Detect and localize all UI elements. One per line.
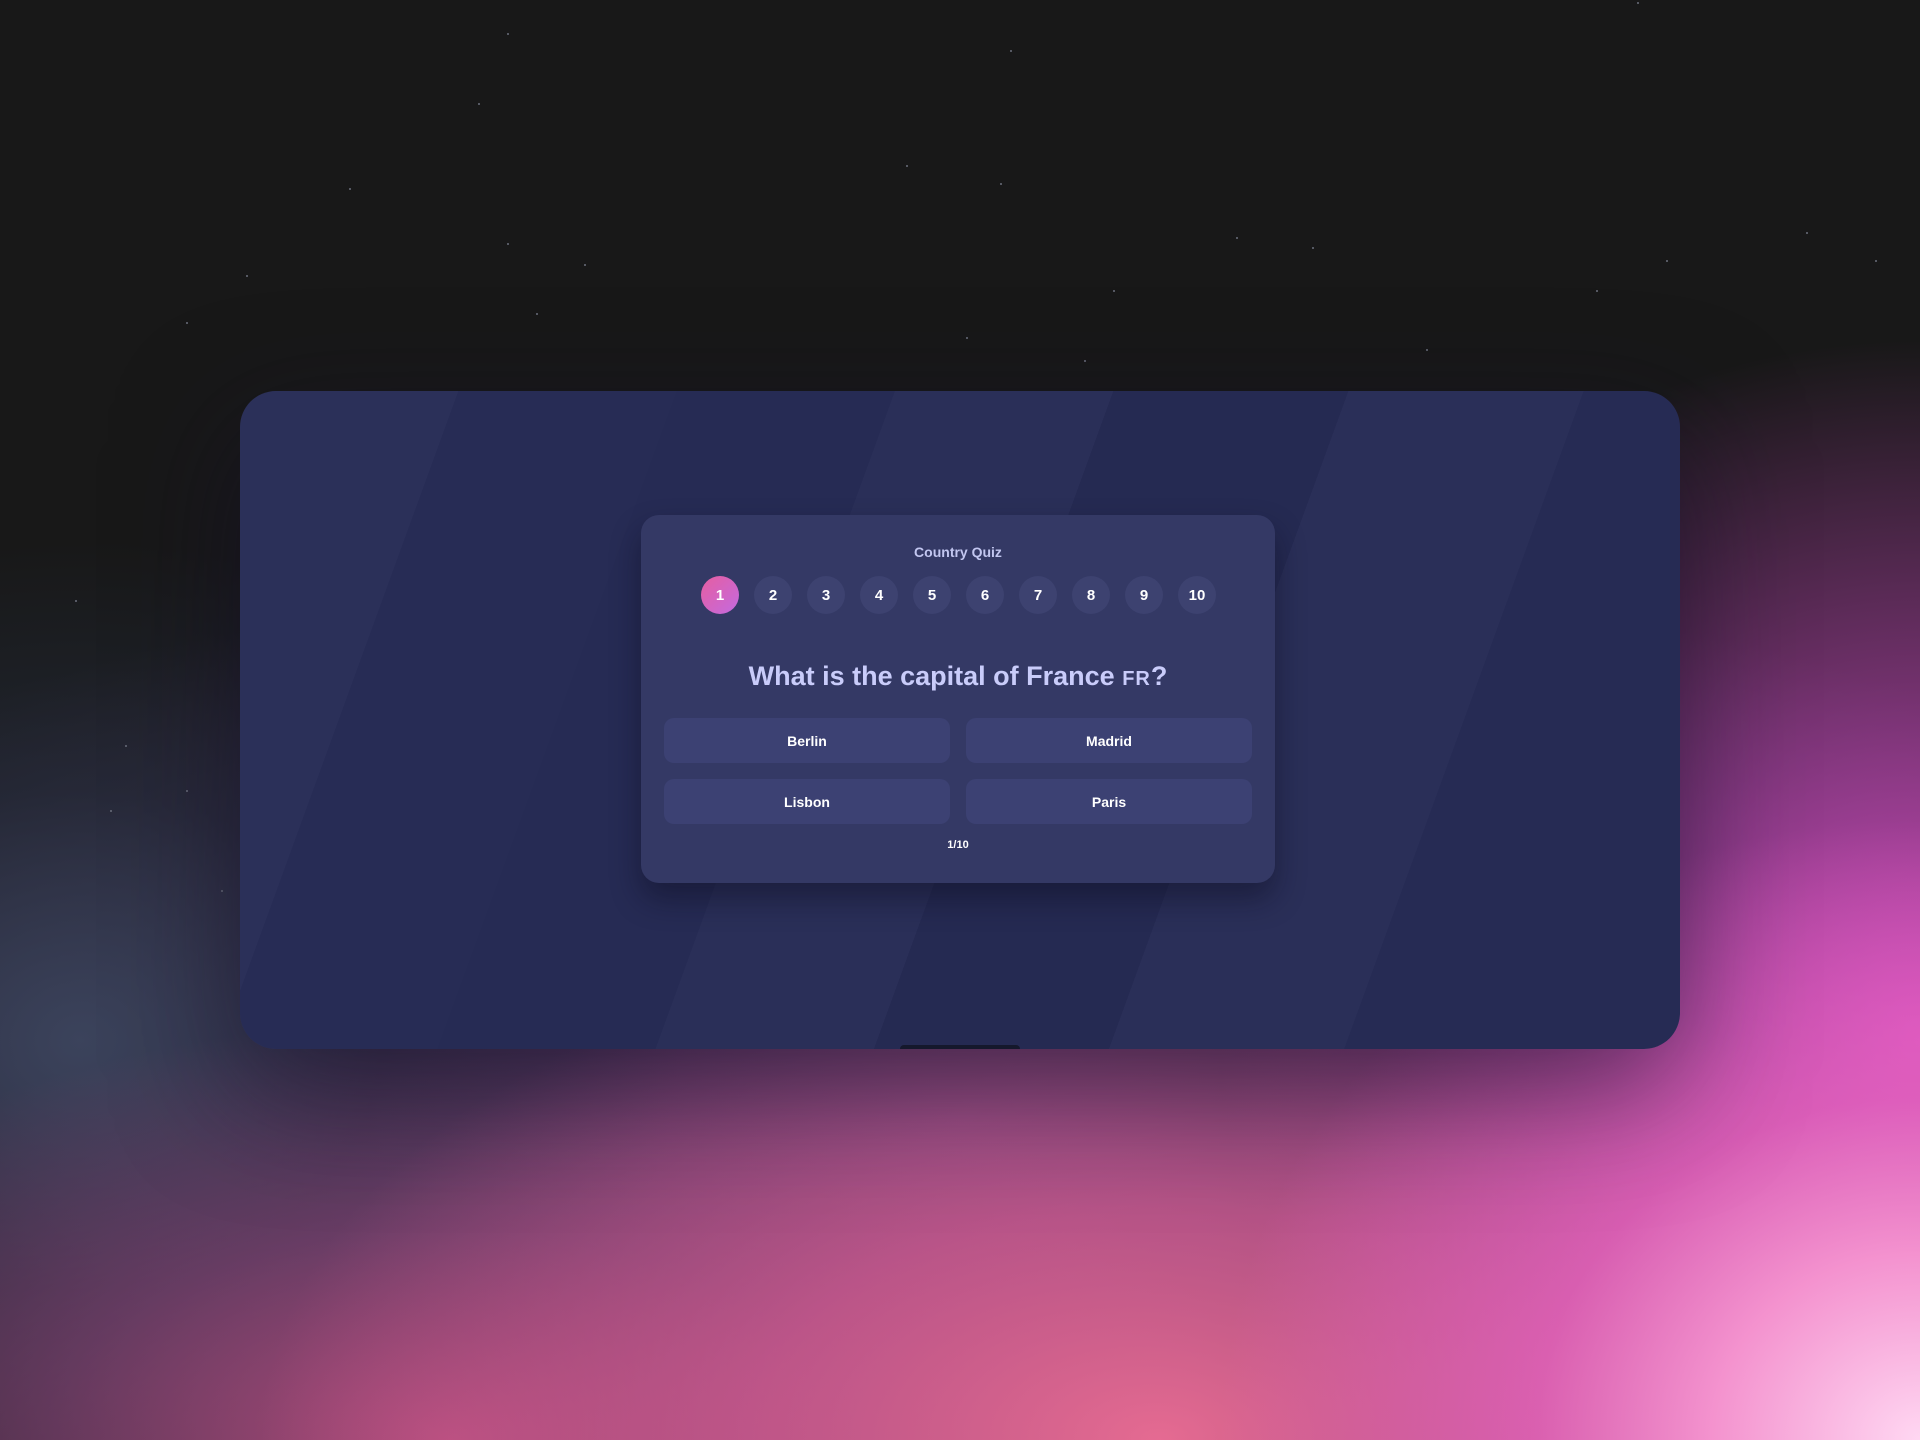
background-star: [1312, 247, 1314, 249]
app-window: Country Quiz 1 2 3 4 5 6 7 8 9 10 What i…: [240, 391, 1680, 1049]
background-star: [186, 790, 188, 792]
answer-button-madrid[interactable]: Madrid: [966, 718, 1252, 763]
question-stepper: 1 2 3 4 5 6 7 8 9 10: [701, 576, 1216, 614]
step-button-7[interactable]: 7: [1019, 576, 1057, 614]
background-star: [507, 243, 509, 245]
background-star: [221, 890, 223, 892]
background-star: [349, 188, 351, 190]
step-button-3[interactable]: 3: [807, 576, 845, 614]
background-star: [125, 745, 127, 747]
window-handle[interactable]: [900, 1045, 1020, 1049]
background-star: [110, 810, 112, 812]
background-star: [507, 33, 509, 35]
step-button-9[interactable]: 9: [1125, 576, 1163, 614]
answer-button-paris[interactable]: Paris: [966, 779, 1252, 824]
background-star: [1010, 50, 1012, 52]
background-star: [1113, 290, 1115, 292]
background-star: [536, 313, 538, 315]
background-star: [1236, 237, 1238, 239]
background-star: [1637, 2, 1639, 4]
background-star: [246, 275, 248, 277]
background-star: [1084, 360, 1086, 362]
question-heading: What is the capital of France FR?: [641, 661, 1275, 692]
step-button-10[interactable]: 10: [1178, 576, 1216, 614]
background-star: [478, 103, 480, 105]
step-button-6[interactable]: 6: [966, 576, 1004, 614]
background-star: [1806, 232, 1808, 234]
question-mark: ?: [1150, 661, 1168, 691]
step-button-1[interactable]: 1: [701, 576, 739, 614]
answer-button-lisbon[interactable]: Lisbon: [664, 779, 950, 824]
step-button-2[interactable]: 2: [754, 576, 792, 614]
answer-button-berlin[interactable]: Berlin: [664, 718, 950, 763]
background-star: [1596, 290, 1598, 292]
background-star: [186, 322, 188, 324]
step-button-8[interactable]: 8: [1072, 576, 1110, 614]
answer-grid: Berlin Madrid Lisbon Paris: [664, 718, 1252, 824]
background-star: [584, 264, 586, 266]
step-button-4[interactable]: 4: [860, 576, 898, 614]
step-button-5[interactable]: 5: [913, 576, 951, 614]
background-star: [75, 600, 77, 602]
background-star: [906, 165, 908, 167]
quiz-title: Country Quiz: [914, 544, 1002, 560]
flag-fr-icon: FR: [1122, 668, 1151, 690]
quiz-card: Country Quiz 1 2 3 4 5 6 7 8 9 10 What i…: [641, 515, 1275, 883]
question-text: What is the capital of France: [748, 661, 1123, 691]
background-star: [966, 337, 968, 339]
background-star: [1426, 349, 1428, 351]
progress-counter: 1/10: [947, 839, 969, 851]
background-star: [1666, 260, 1668, 262]
background-star: [1000, 183, 1002, 185]
background-star: [1875, 260, 1877, 262]
